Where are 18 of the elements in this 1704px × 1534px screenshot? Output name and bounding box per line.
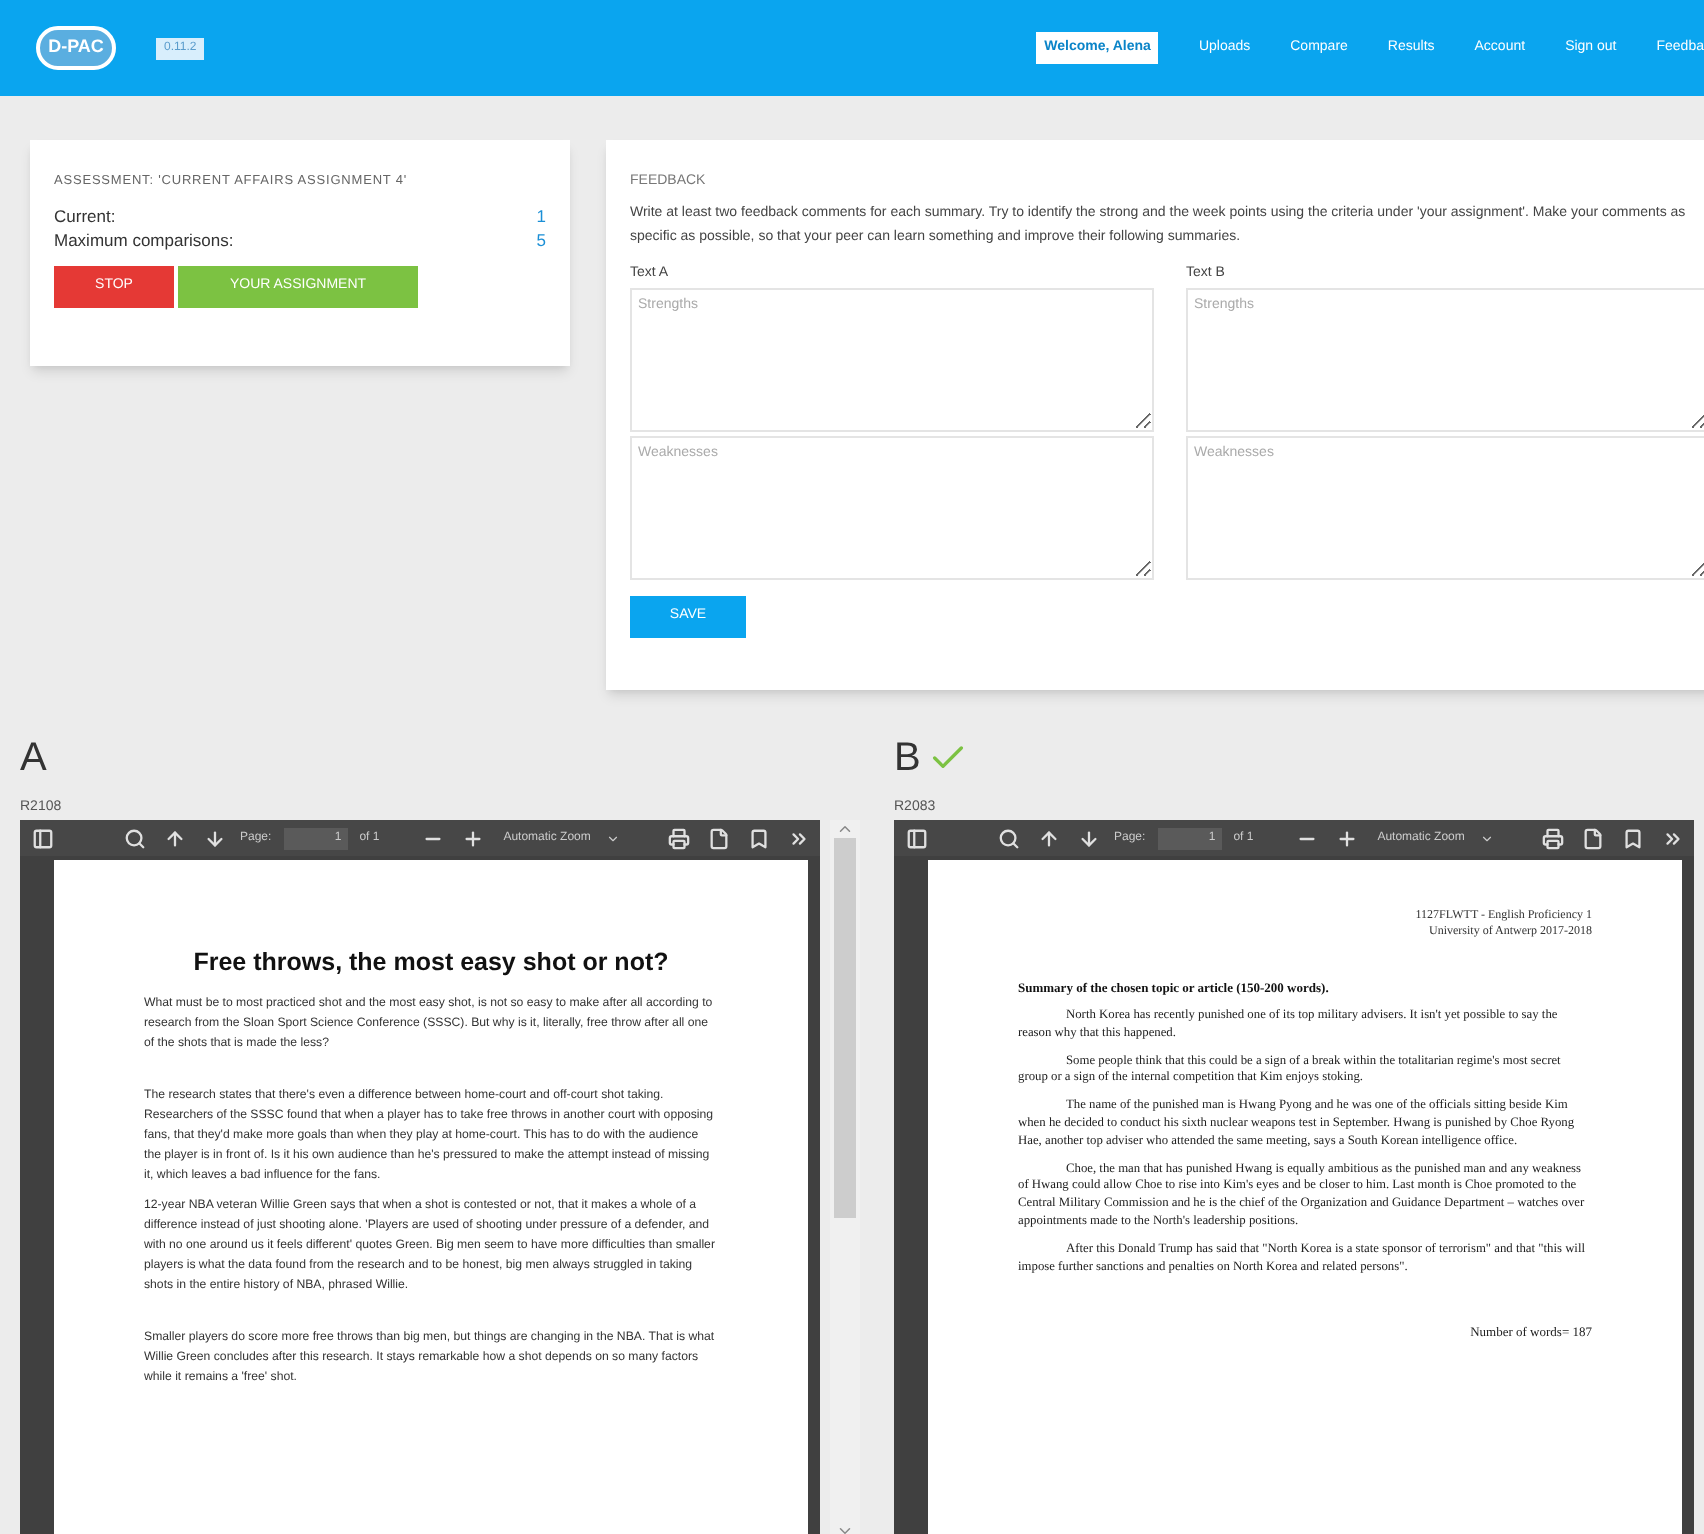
print-icon[interactable] [664,824,692,852]
sidebar-toggle-icon[interactable] [28,824,56,852]
print-icon[interactable] [1538,824,1566,852]
scrollbar[interactable] [830,820,860,1534]
document-label: B [894,738,921,778]
search-icon[interactable] [120,824,148,852]
stat-value: 5 [536,227,546,252]
document-label: A [20,738,47,778]
search-icon[interactable] [994,824,1022,852]
stat-label: Maximum comparisons: [54,227,234,252]
caret-icon [1480,831,1495,845]
stat-label: Current: [54,203,116,228]
scroll-up-icon[interactable] [836,820,854,838]
sidebar-toggle-icon[interactable] [902,824,930,852]
logo: D-PAC [36,26,116,70]
stat-value: 1 [536,203,546,228]
caret-icon [606,831,621,845]
document-title: Free throws, the most easy shot or not? [191,946,671,980]
